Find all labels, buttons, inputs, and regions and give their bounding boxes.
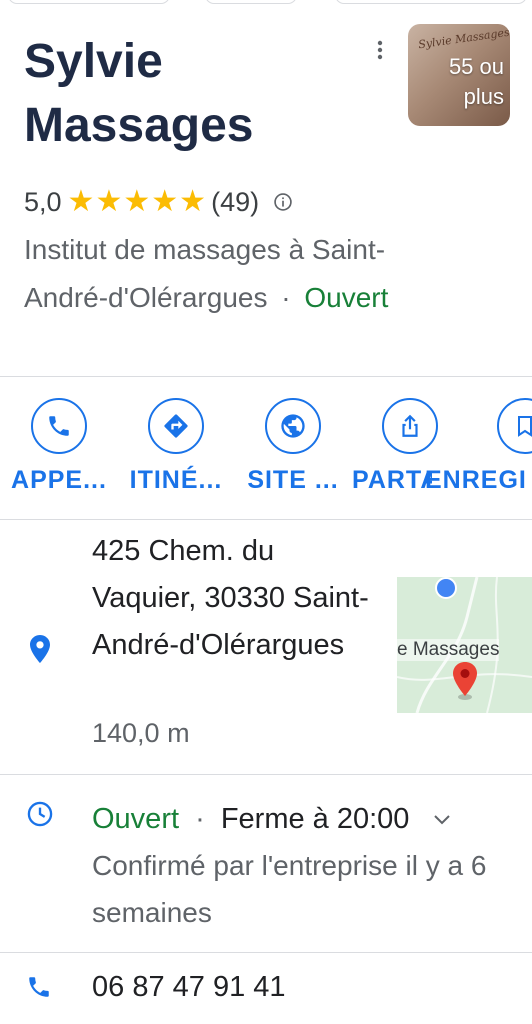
website-button[interactable]: SITE ... bbox=[233, 398, 353, 495]
save-button[interactable]: ENREGI bbox=[425, 398, 532, 495]
current-location-dot bbox=[435, 577, 457, 599]
share-label: PARTAGER bbox=[352, 466, 432, 494]
share-icon bbox=[382, 398, 438, 454]
star-icon: ★ bbox=[179, 185, 207, 218]
separator-dot: · bbox=[195, 803, 205, 835]
more-vert-icon[interactable] bbox=[368, 38, 392, 62]
directions-button[interactable]: ITINÉ... bbox=[116, 398, 236, 495]
review-count: (49) bbox=[211, 186, 260, 217]
open-status: Ouvert bbox=[304, 282, 389, 313]
divider bbox=[0, 519, 532, 520]
star-icon: ★ bbox=[67, 185, 95, 218]
save-label: ENREGI bbox=[425, 466, 527, 494]
category-line: Institut de massages à Saint-André-d'Olé… bbox=[24, 226, 424, 322]
action-buttons-row: APPE... ITINÉ... SITE ... PARTAGER ENREG… bbox=[0, 398, 532, 508]
map-place-label: e Massages bbox=[397, 639, 500, 661]
chevron-down-icon[interactable] bbox=[432, 813, 452, 827]
rating-row[interactable]: 5,0 ★ ★ ★ ★ ★ (49) bbox=[24, 184, 293, 220]
star-icon: ★ bbox=[95, 185, 123, 218]
divider bbox=[0, 376, 532, 377]
bookmark-icon bbox=[497, 398, 532, 454]
globe-icon bbox=[265, 398, 321, 454]
phone-icon bbox=[31, 398, 87, 454]
separator-dot: · bbox=[281, 282, 291, 313]
top-filter-chips bbox=[0, 0, 532, 6]
star-icon: ★ bbox=[151, 185, 179, 218]
hours-confirmed-note: Confirmé par l'entreprise il y a 6 semai… bbox=[92, 850, 487, 928]
photo-logo-text: Sylvie Massages bbox=[417, 25, 510, 52]
clock-icon bbox=[27, 801, 53, 827]
info-icon[interactable] bbox=[273, 192, 293, 212]
phone-number[interactable]: 06 87 47 91 41 bbox=[92, 968, 286, 1006]
phone-icon bbox=[29, 977, 49, 997]
rating-value: 5,0 bbox=[24, 186, 62, 217]
closing-time: Ferme à 20:00 bbox=[220, 803, 410, 835]
website-label: SITE ... bbox=[247, 466, 339, 494]
hours-status: Ouvert bbox=[92, 803, 180, 835]
distance-text: 140,0 m bbox=[92, 718, 190, 748]
address-text[interactable]: 425 Chem. du Vaquier, 30330 Saint-André-… bbox=[92, 528, 382, 669]
divider bbox=[0, 774, 532, 775]
map-marker-icon bbox=[453, 662, 477, 700]
directions-label: ITINÉ... bbox=[129, 466, 223, 494]
star-rating: ★ ★ ★ ★ ★ bbox=[68, 187, 208, 217]
map-thumbnail[interactable]: e Massages bbox=[397, 577, 532, 713]
location-pin-icon bbox=[30, 635, 50, 663]
call-button[interactable]: APPE... bbox=[0, 398, 119, 495]
business-photo-thumbnail[interactable]: Sylvie Massages 55 ou plus bbox=[408, 24, 510, 126]
call-label: APPE... bbox=[11, 466, 107, 494]
divider bbox=[0, 952, 532, 953]
directions-icon bbox=[148, 398, 204, 454]
hours-row[interactable]: Ouvert · Ferme à 20:00 bbox=[92, 800, 452, 838]
business-title: Sylvie Massages bbox=[24, 35, 254, 152]
photo-count: 55 ou plus bbox=[448, 54, 504, 109]
star-icon: ★ bbox=[123, 185, 151, 218]
